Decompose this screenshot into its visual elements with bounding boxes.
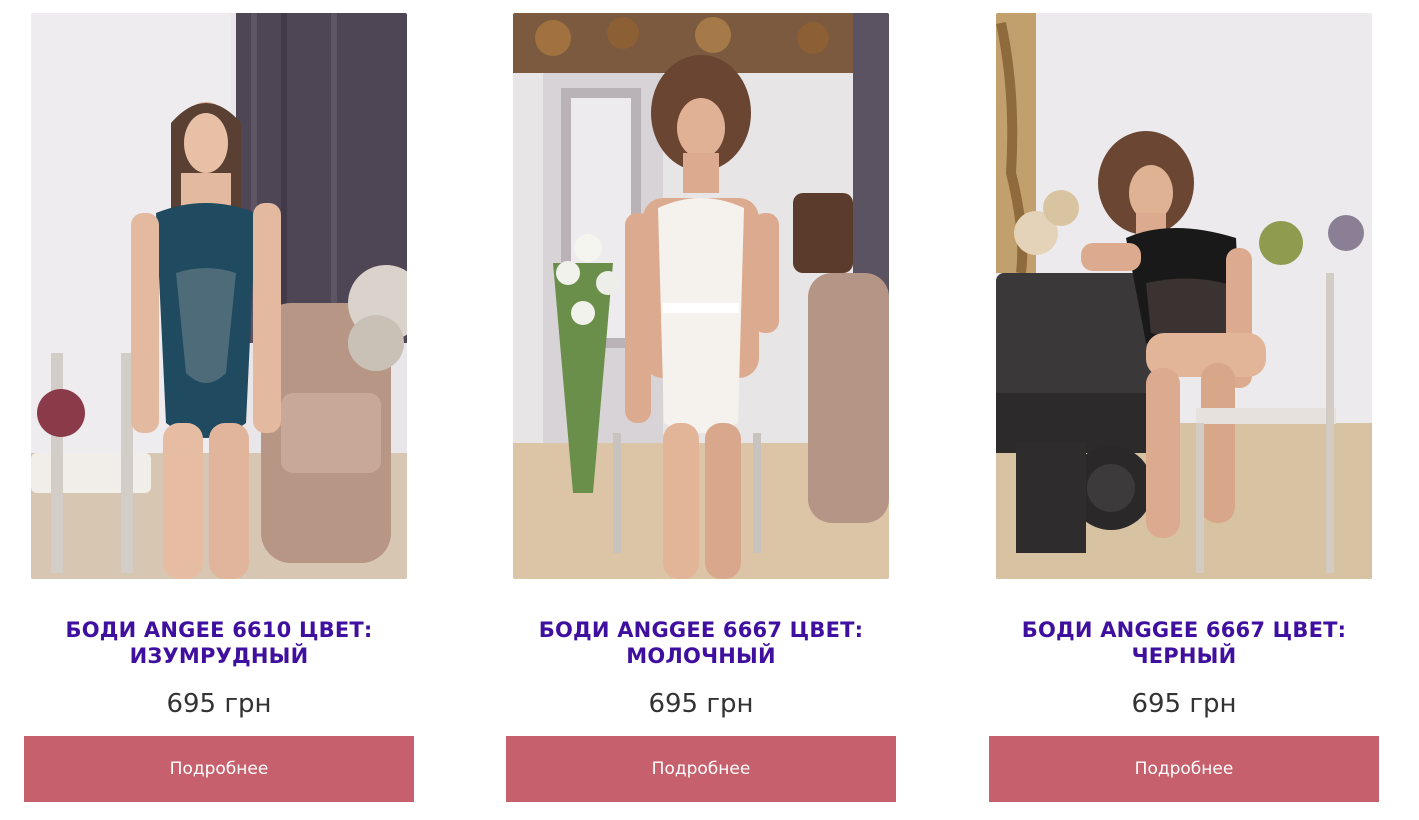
product-card: БОДИ ANGGEE 6667 ЦВЕТ: ЧЕРНЫЙ 695 грн По… bbox=[989, 0, 1379, 820]
product-price: 695 грн bbox=[1131, 689, 1237, 719]
details-button[interactable]: Подробнее bbox=[24, 736, 414, 802]
product-photo[interactable] bbox=[31, 13, 407, 579]
product-photo[interactable] bbox=[996, 13, 1372, 579]
product-card: БОДИ ANGEE 6610 ЦВЕТ: ИЗУМРУДНЫЙ 695 грн… bbox=[24, 0, 414, 820]
details-button[interactable]: Подробнее bbox=[506, 736, 896, 802]
product-price: 695 грн bbox=[166, 689, 272, 719]
product-title[interactable]: БОДИ ANGGEE 6667 ЦВЕТ: МОЛОЧНЫЙ bbox=[506, 617, 896, 669]
product-title[interactable]: БОДИ ANGEE 6610 ЦВЕТ: ИЗУМРУДНЫЙ bbox=[24, 617, 414, 669]
product-price: 695 грн bbox=[648, 689, 754, 719]
product-photo[interactable] bbox=[513, 13, 889, 579]
details-button[interactable]: Подробнее bbox=[989, 736, 1379, 802]
product-title[interactable]: БОДИ ANGGEE 6667 ЦВЕТ: ЧЕРНЫЙ bbox=[989, 617, 1379, 669]
product-card: БОДИ ANGGEE 6667 ЦВЕТ: МОЛОЧНЫЙ 695 грн … bbox=[506, 0, 896, 820]
product-grid: БОДИ ANGEE 6610 ЦВЕТ: ИЗУМРУДНЫЙ 695 грн… bbox=[0, 0, 1419, 820]
